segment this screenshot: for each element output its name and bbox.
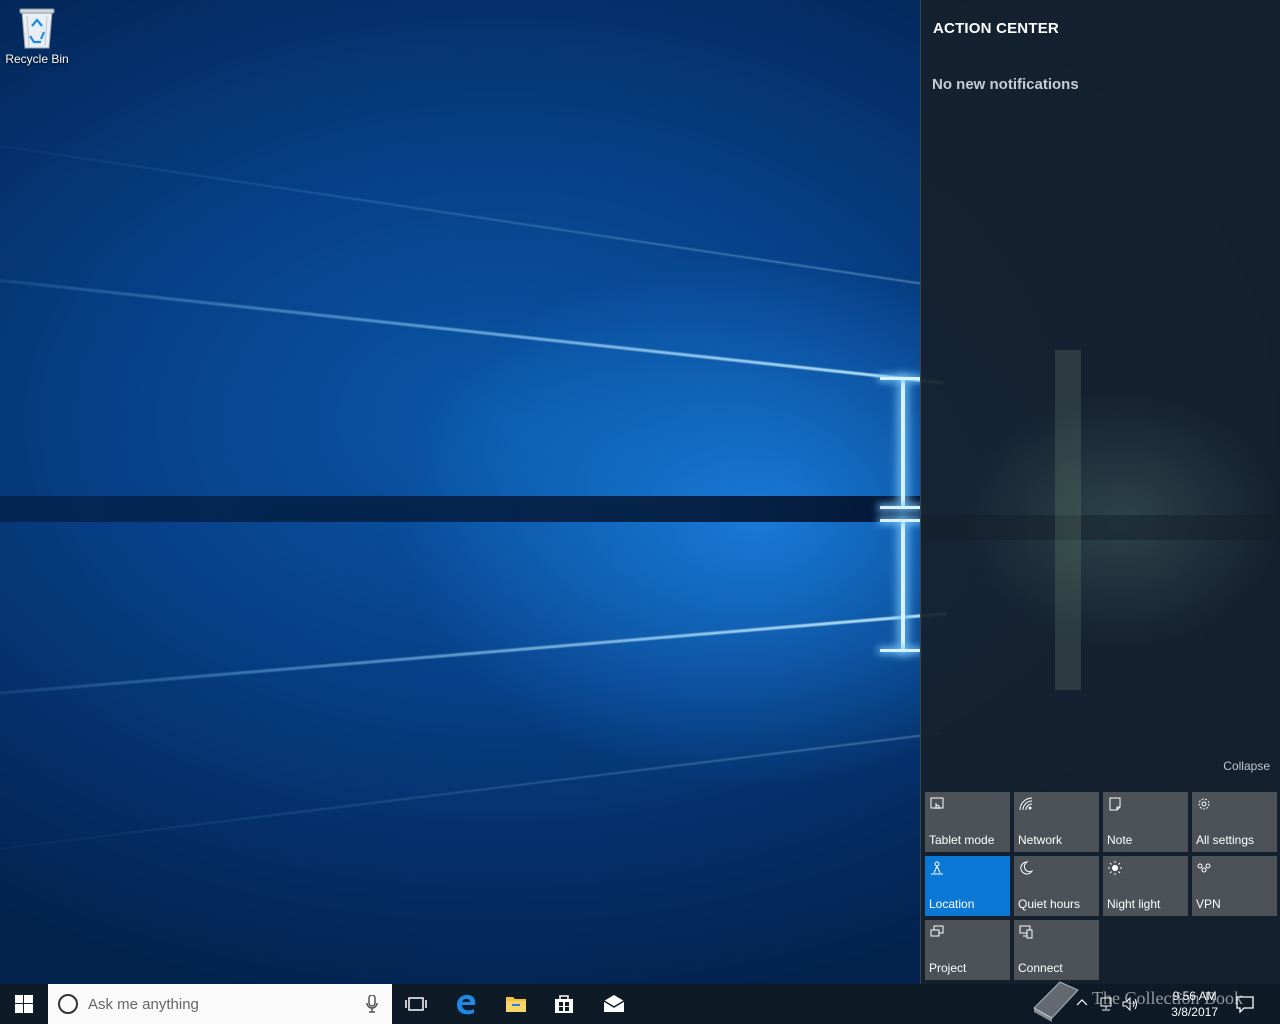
volume-icon[interactable] (1122, 996, 1140, 1012)
location-icon (931, 861, 943, 875)
wallpaper-window-edge (880, 377, 920, 380)
cortana-search-box[interactable]: Ask me anything (48, 984, 392, 1024)
tile-label: Tablet mode (929, 833, 995, 847)
quick-action-network[interactable]: Network (1014, 792, 1099, 852)
system-tray: 9:56 AM 3/8/2017 (980, 984, 1280, 1024)
taskbar: Ask me anything 9:56 AM 3/8/2017 (0, 984, 1280, 1024)
chevron-up-icon[interactable] (1076, 997, 1088, 1009)
store-button[interactable] (540, 984, 588, 1024)
action-center-icon[interactable] (1236, 995, 1254, 1013)
file-explorer-icon (506, 997, 526, 1012)
wallpaper-light-beam (0, 612, 947, 703)
edge-icon (457, 994, 476, 1015)
project-icon (930, 925, 944, 937)
clock-time: 9:56 AM (1172, 989, 1217, 1003)
wallpaper-light-beam (0, 268, 945, 385)
quick-action-all-settings[interactable]: All settings (1192, 792, 1277, 852)
tile-label: VPN (1196, 897, 1221, 911)
tile-label: Connect (1018, 961, 1063, 975)
moon-icon (1020, 861, 1033, 875)
microphone-icon[interactable] (366, 995, 378, 1013)
wallpaper-window-edge (901, 378, 905, 506)
mail-button[interactable] (590, 984, 638, 1024)
task-view-icon (405, 997, 427, 1011)
task-view-button[interactable] (392, 984, 440, 1024)
tablet-mode-icon (930, 797, 944, 809)
quick-action-note[interactable]: Note (1103, 792, 1188, 852)
wallpaper-window-edge (880, 519, 920, 522)
mail-icon (603, 995, 625, 1012)
quick-action-connect[interactable]: Connect (1014, 920, 1099, 980)
windows-logo-icon (15, 995, 33, 1013)
wallpaper-window-edge (880, 649, 920, 652)
action-center-title: ACTION CENTER (933, 20, 1059, 37)
quick-action-night-light[interactable]: Night light (1103, 856, 1188, 916)
wallpaper-light-beam (0, 130, 939, 288)
wallpaper-light-beam (0, 732, 943, 862)
file-explorer-button[interactable] (492, 984, 540, 1024)
tile-label: Night light (1107, 897, 1161, 911)
tile-label: Quiet hours (1018, 897, 1081, 911)
collapse-link[interactable]: Collapse (1223, 759, 1270, 773)
search-placeholder: Ask me anything (88, 996, 199, 1013)
tile-label: Note (1107, 833, 1133, 847)
recycle-bin-icon (18, 6, 56, 50)
quick-action-tablet-mode[interactable]: Tablet mode (925, 792, 1010, 852)
cortana-icon (58, 994, 78, 1014)
quick-action-location[interactable]: Location (925, 856, 1010, 916)
gear-icon (1198, 798, 1210, 810)
wallpaper-band (0, 496, 920, 522)
tile-label: Project (929, 961, 967, 975)
tile-label: Location (929, 897, 975, 911)
desktop-icon-recycle-bin[interactable]: Recycle Bin (4, 6, 70, 66)
wallpaper-window-edge (901, 520, 905, 652)
brightness-icon (1108, 861, 1122, 875)
clock[interactable]: 9:56 AM 3/8/2017 (1171, 988, 1218, 1020)
quick-action-vpn[interactable]: VPN (1192, 856, 1277, 916)
quick-action-quiet-hours[interactable]: Quiet hours (1014, 856, 1099, 916)
action-center-panel: ACTION CENTER No new notifications Colla… (920, 0, 1280, 984)
action-center-backdrop (921, 350, 1280, 690)
store-icon (555, 995, 573, 1013)
tile-label: All settings (1196, 833, 1255, 847)
note-icon (1109, 797, 1121, 811)
network-status-icon[interactable] (1098, 996, 1114, 1012)
tile-label: Network (1018, 833, 1063, 847)
vpn-icon (1197, 863, 1211, 873)
start-button[interactable] (0, 984, 48, 1024)
wallpaper-window-edge (880, 506, 920, 509)
quick-action-project[interactable]: Project (925, 920, 1010, 980)
edge-button[interactable] (442, 984, 490, 1024)
network-icon (1019, 797, 1033, 811)
clock-date: 3/8/2017 (1171, 1005, 1218, 1019)
desktop-icon-label: Recycle Bin (5, 52, 69, 66)
connect-icon (1019, 925, 1033, 939)
no-notifications-text: No new notifications (932, 76, 1079, 93)
